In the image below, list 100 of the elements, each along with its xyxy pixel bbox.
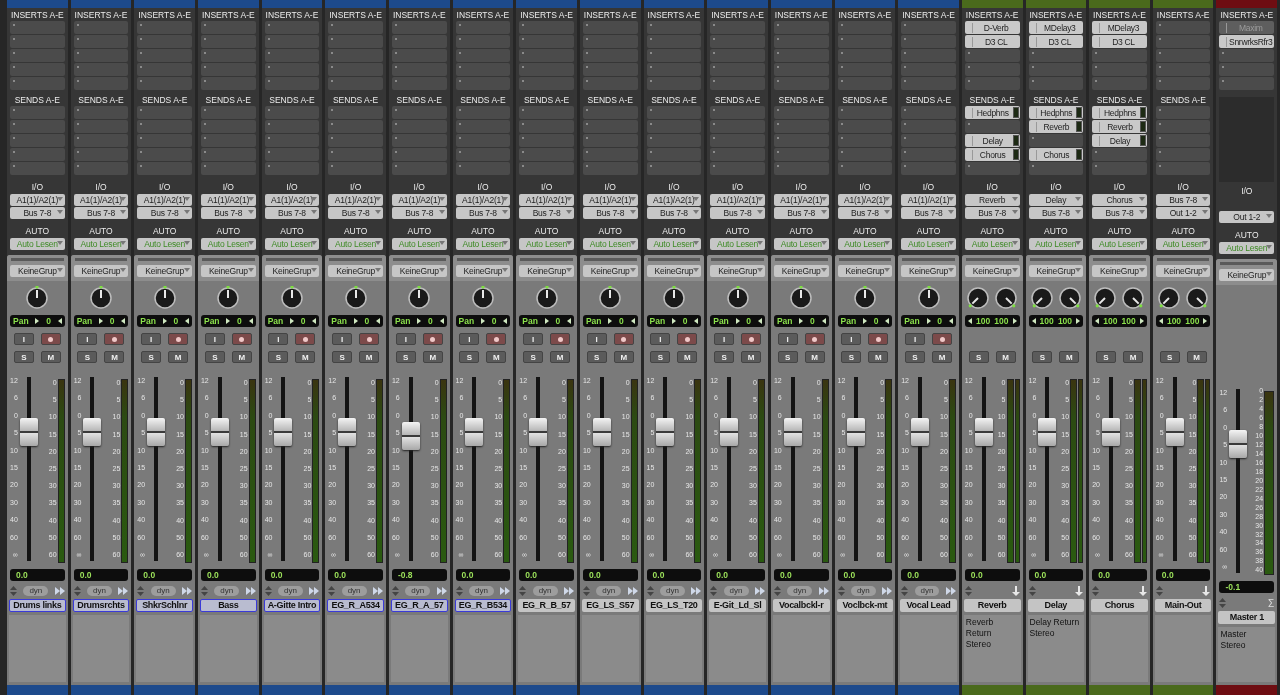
output-selector[interactable]: Bus 7-8 — [1028, 207, 1084, 219]
up-down-arrows-icon[interactable] — [264, 586, 272, 596]
empty-send-slot[interactable] — [10, 162, 65, 175]
input-selector[interactable]: A1(1)/A2(1) — [901, 194, 956, 206]
send-slot[interactable]: Delay — [1092, 134, 1147, 147]
output-selector[interactable]: Out 1-2 — [1219, 211, 1275, 223]
track-name[interactable]: Drums links — [9, 599, 66, 612]
empty-send-slot[interactable] — [455, 120, 511, 133]
solo-button[interactable]: S — [586, 351, 607, 363]
double-arrow-icon[interactable] — [181, 587, 192, 595]
up-down-arrows-icon[interactable] — [73, 586, 81, 596]
track-name[interactable]: ShkrSchlnr — [136, 599, 193, 612]
send-slot[interactable]: Reverb — [1092, 120, 1147, 133]
mute-button[interactable]: M — [104, 351, 125, 363]
track-name[interactable]: EG_LS_S57 — [581, 599, 639, 612]
pan-knob[interactable] — [916, 286, 941, 310]
pan-knob[interactable] — [343, 286, 368, 310]
mute-button[interactable]: M — [422, 351, 443, 363]
empty-send-slot[interactable] — [73, 162, 129, 175]
fader-handle[interactable] — [1229, 429, 1248, 458]
solo-button[interactable]: S — [1159, 351, 1180, 363]
mute-button[interactable]: M — [1059, 351, 1080, 363]
track-name[interactable]: Vocal Lead — [900, 599, 957, 612]
mute-button[interactable]: M — [677, 351, 698, 363]
up-down-arrows-icon[interactable] — [964, 586, 972, 596]
empty-insert-slot[interactable] — [391, 63, 447, 76]
mute-button[interactable]: M — [804, 351, 825, 363]
dyn-button[interactable]: dyn — [214, 586, 240, 596]
pan-knob[interactable] — [279, 286, 304, 310]
empty-insert-slot[interactable] — [964, 77, 1020, 90]
input-selector[interactable]: A1(1)/A2(1) — [710, 194, 765, 206]
empty-send-slot[interactable] — [582, 134, 638, 147]
send-slot[interactable]: Delay — [964, 134, 1020, 147]
solo-button[interactable]: S — [1032, 351, 1053, 363]
empty-send-slot[interactable] — [1155, 134, 1211, 147]
empty-insert-slot[interactable] — [1028, 63, 1084, 76]
pan-knob[interactable] — [470, 286, 495, 310]
mute-button[interactable]: M — [868, 351, 889, 363]
dyn-button[interactable]: dyn — [87, 586, 112, 596]
mute-button[interactable]: M — [550, 351, 571, 363]
empty-send-slot[interactable] — [646, 106, 702, 119]
empty-send-slot[interactable] — [1028, 162, 1084, 175]
track-name[interactable]: EG_R_B534 — [454, 599, 512, 612]
empty-send-slot[interactable] — [391, 106, 447, 119]
empty-insert-slot[interactable] — [73, 77, 129, 90]
track-name[interactable]: Chorus — [1091, 599, 1148, 612]
input-monitor-button[interactable]: I — [332, 333, 353, 345]
input-selector[interactable]: A1(1)/A2(1) — [519, 194, 574, 206]
send-slot[interactable]: Hedphns — [1092, 106, 1147, 119]
empty-insert-slot[interactable] — [328, 63, 383, 76]
track-name[interactable]: EG_LS_T20 — [645, 599, 703, 612]
input-selector[interactable]: Chorus — [1092, 194, 1147, 206]
send-slot[interactable]: Reverb — [1028, 120, 1084, 133]
empty-insert-slot[interactable] — [391, 35, 447, 48]
empty-insert-slot[interactable] — [646, 35, 702, 48]
group-selector[interactable]: KeineGrup — [837, 265, 893, 277]
record-button[interactable] — [804, 333, 825, 345]
empty-insert-slot[interactable] — [73, 63, 129, 76]
input-monitor-button[interactable]: I — [204, 333, 225, 345]
empty-insert-slot[interactable] — [328, 35, 383, 48]
pan-knob[interactable] — [534, 286, 559, 310]
empty-send-slot[interactable] — [964, 120, 1020, 133]
empty-insert-slot[interactable] — [73, 49, 129, 62]
group-selector[interactable]: KeineGrup — [519, 265, 574, 277]
solo-button[interactable]: S — [13, 351, 34, 363]
empty-insert-slot[interactable] — [328, 21, 383, 34]
fader-handle[interactable] — [529, 417, 548, 446]
empty-insert-slot[interactable] — [455, 35, 511, 48]
empty-insert-slot[interactable] — [519, 35, 574, 48]
empty-send-slot[interactable] — [391, 120, 447, 133]
double-arrow-icon[interactable] — [118, 587, 129, 595]
group-selector[interactable]: KeineGrup — [1219, 269, 1275, 281]
empty-send-slot[interactable] — [773, 162, 829, 175]
group-selector[interactable]: KeineGrup — [10, 265, 65, 277]
empty-send-slot[interactable] — [200, 106, 256, 119]
double-arrow-icon[interactable] — [691, 587, 702, 595]
empty-insert-slot[interactable] — [1028, 77, 1084, 90]
empty-insert-slot[interactable] — [1219, 49, 1275, 62]
record-button[interactable] — [486, 333, 507, 345]
send-slot[interactable]: Hedphns — [1028, 106, 1084, 119]
empty-insert-slot[interactable] — [73, 35, 129, 48]
up-down-arrows-icon[interactable] — [10, 586, 17, 596]
empty-send-slot[interactable] — [264, 134, 320, 147]
fader-handle[interactable] — [1101, 417, 1120, 446]
empty-send-slot[interactable] — [455, 134, 511, 147]
empty-send-slot[interactable] — [582, 120, 638, 133]
empty-send-slot[interactable] — [1028, 134, 1084, 147]
output-selector[interactable]: Bus 7-8 — [1092, 207, 1147, 219]
dyn-button[interactable]: dyn — [150, 586, 176, 596]
insert-slot[interactable]: SnrwrksRfr3 — [1219, 35, 1275, 48]
empty-insert-slot[interactable] — [455, 63, 511, 76]
empty-send-slot[interactable] — [200, 162, 256, 175]
insert-slot[interactable]: D-Verb — [964, 21, 1020, 34]
dyn-button[interactable]: dyn — [341, 586, 367, 596]
empty-insert-slot[interactable] — [137, 49, 192, 62]
group-selector[interactable]: KeineGrup — [455, 265, 511, 277]
empty-insert-slot[interactable] — [773, 63, 829, 76]
input-selector[interactable]: A1(1)/A2(1) — [137, 194, 192, 206]
empty-send-slot[interactable] — [137, 134, 192, 147]
record-button[interactable] — [550, 333, 571, 345]
